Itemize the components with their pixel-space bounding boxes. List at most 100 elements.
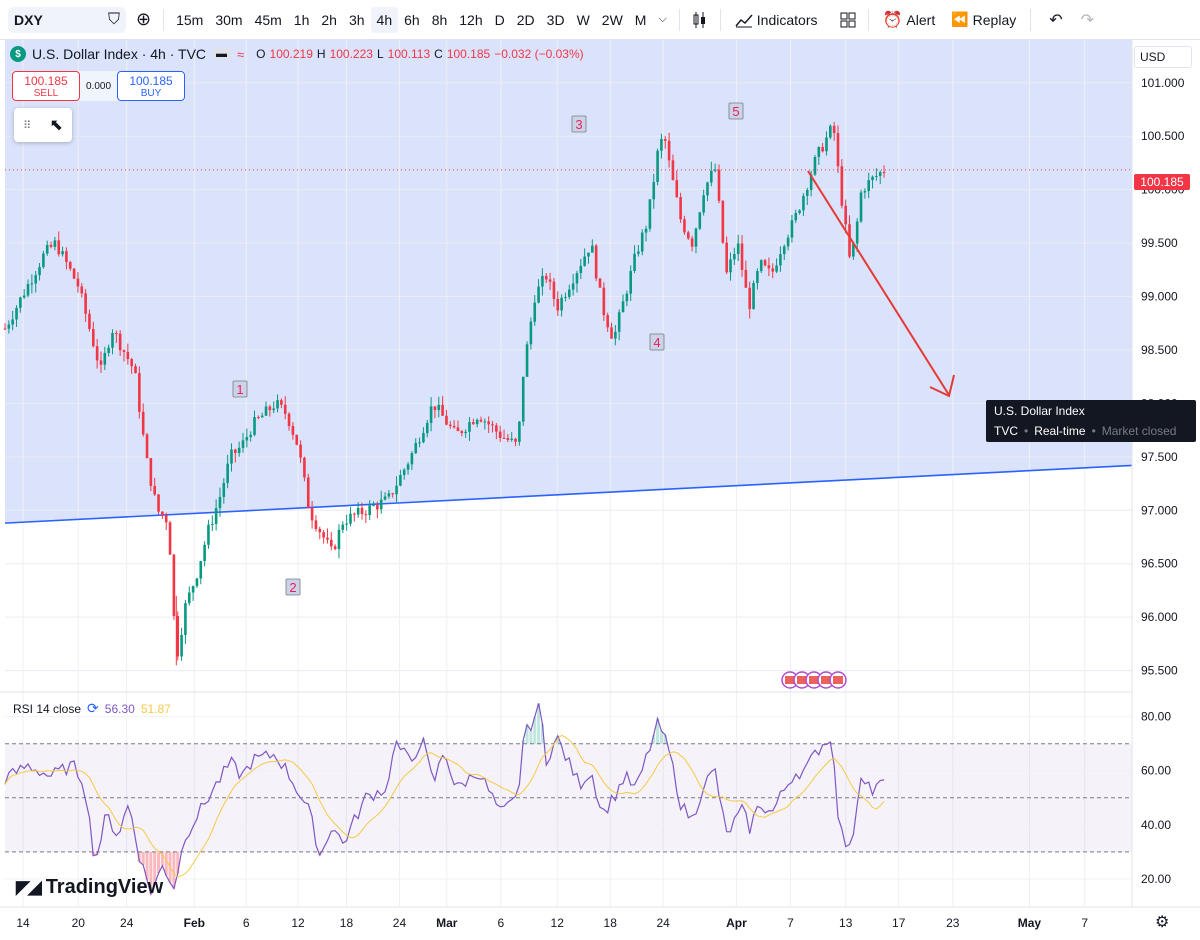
candle-body: [610, 327, 613, 339]
candle-body: [364, 514, 368, 516]
rsi-tick-label: 60.00: [1141, 764, 1171, 778]
rsi-pane[interactable]: [4, 703, 1132, 897]
candle-body: [245, 437, 249, 441]
timeframe-M[interactable]: M: [629, 7, 653, 33]
price-tick-label: 97.000: [1141, 503, 1178, 517]
timeframe-6h[interactable]: 6h: [398, 7, 426, 33]
toolbar-divider: [1030, 8, 1032, 31]
chart-canvas[interactable]: 12345 101.000100.500100.00099.50099.0009…: [0, 40, 1200, 940]
currency-selector[interactable]: USD: [1134, 46, 1192, 68]
candle-body: [418, 442, 421, 444]
candle-body: [168, 522, 172, 555]
timeframe-1h[interactable]: 1h: [288, 7, 316, 33]
timeframe-W[interactable]: W: [571, 7, 596, 33]
candle-body: [537, 286, 540, 303]
candle-body: [637, 251, 640, 254]
alarm-clock-icon: ⏰: [882, 11, 903, 29]
timeframe-4h[interactable]: 4h: [370, 6, 399, 33]
compare-add-icon[interactable]: ⊕: [130, 7, 157, 33]
candle-body: [748, 287, 752, 310]
tooltip-dot: •: [1091, 424, 1096, 438]
candle-body: [107, 347, 110, 353]
candle-body: [479, 419, 483, 422]
watchlist-icon[interactable]: ⛉: [108, 11, 120, 29]
price-tick-label: 99.000: [1141, 290, 1178, 304]
candle-body: [491, 424, 494, 426]
timeframe-D[interactable]: D: [489, 7, 511, 33]
candle-body: [222, 482, 226, 497]
compare-wave-icon[interactable]: ≈: [237, 47, 244, 62]
cursor-arrow-icon[interactable]: ⬉: [49, 115, 62, 135]
toolbar-divider: [867, 8, 869, 31]
time-tick-label: 6: [243, 916, 250, 930]
indicators-button[interactable]: Indicators: [727, 7, 826, 33]
timeframe-30m[interactable]: 30m: [209, 7, 248, 33]
refresh-icon[interactable]: ⟳: [87, 700, 99, 717]
candle-body: [237, 447, 241, 453]
candle-body: [448, 424, 452, 426]
candle-body: [629, 270, 633, 294]
candle-body: [80, 286, 84, 294]
candle-body: [38, 267, 41, 276]
hide-series-icon[interactable]: ▬: [212, 48, 232, 60]
timeframe-2W[interactable]: 2W: [596, 7, 629, 33]
candle-body: [710, 170, 713, 183]
candle-body: [475, 419, 479, 425]
candle-body: [379, 499, 383, 510]
timeframe-8h[interactable]: 8h: [426, 7, 454, 33]
settings-gear-icon[interactable]: ⚙: [1155, 912, 1169, 932]
candle-body: [76, 278, 80, 287]
time-tick-label: 12: [551, 916, 565, 930]
time-tick-label: 18: [340, 916, 354, 930]
drag-handle-icon[interactable]: ⠿: [23, 119, 31, 132]
layout-grid-icon[interactable]: [834, 7, 862, 33]
symbol-search[interactable]: DXY ⛉: [8, 6, 126, 33]
candle-body: [310, 507, 314, 521]
series-title[interactable]: U.S. Dollar Index · 4h · TVC: [32, 46, 206, 62]
candle-body: [775, 265, 778, 272]
candle-body: [130, 359, 133, 367]
candle-body: [456, 427, 460, 432]
timeframe-3D[interactable]: 3D: [541, 7, 571, 33]
candle-body: [652, 181, 656, 200]
candle-body: [57, 240, 61, 255]
candle-type-icon[interactable]: [686, 7, 714, 33]
candle-body: [161, 511, 164, 516]
high-value: 100.223: [329, 47, 373, 61]
timeframe-2h[interactable]: 2h: [315, 7, 343, 33]
rsi-legend: RSI 14 close ⟳ 56.30 51.87: [13, 700, 171, 717]
candle-body: [257, 417, 260, 419]
candle-body: [187, 592, 191, 604]
candle-body: [487, 421, 490, 425]
candle-body: [614, 331, 617, 339]
candle-body: [318, 528, 322, 533]
rsi-title[interactable]: RSI 14 close: [13, 702, 81, 716]
replay-button[interactable]: ⏪ Replay: [943, 7, 1024, 33]
timeframe-dropdown-chevron-icon[interactable]: ⌵: [652, 7, 672, 33]
buy-button[interactable]: 100.185 BUY: [117, 71, 186, 101]
candle-body: [84, 293, 87, 314]
timeframe-3h[interactable]: 3h: [343, 7, 371, 33]
timeframe-45m[interactable]: 45m: [249, 7, 288, 33]
timeframe-15m[interactable]: 15m: [170, 7, 209, 33]
timeframe-2D[interactable]: 2D: [511, 7, 541, 33]
price-tick-label: 96.500: [1141, 557, 1178, 571]
alert-button[interactable]: ⏰ Alert: [875, 7, 944, 33]
tradingview-brand[interactable]: ◤◢ TradingView: [16, 876, 163, 899]
undo-icon[interactable]: ↶: [1043, 7, 1068, 33]
redo-icon[interactable]: ↷: [1075, 7, 1100, 33]
time-tick-label: 24: [656, 916, 670, 930]
sell-button[interactable]: 100.185 SELL: [12, 71, 80, 101]
candle-body: [548, 279, 552, 282]
candle-body: [306, 477, 310, 508]
candle-body: [429, 406, 433, 423]
drawing-tool-widget[interactable]: ⠿ ⬉: [14, 108, 72, 142]
us-flag-icon: [833, 676, 843, 684]
time-tick-label: 20: [72, 916, 86, 930]
candle-body: [329, 539, 333, 547]
timeframe-12h[interactable]: 12h: [453, 7, 488, 33]
replay-rewind-icon: ⏪: [951, 11, 969, 27]
candle-body: [844, 205, 847, 225]
close-label: C: [434, 47, 443, 61]
candle-body: [387, 493, 391, 497]
